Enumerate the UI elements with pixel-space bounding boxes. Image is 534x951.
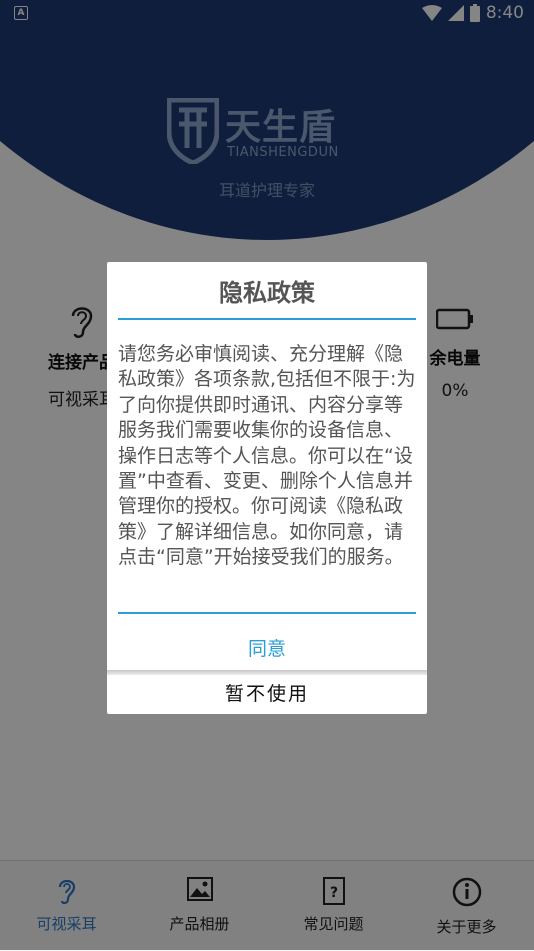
divider-bottom xyxy=(118,612,416,614)
divider-top xyxy=(118,318,416,320)
agree-button[interactable]: 同意 xyxy=(107,628,427,670)
dialog-title: 隐私政策 xyxy=(219,279,315,307)
decline-button[interactable]: 暂不使用 xyxy=(107,675,427,714)
privacy-policy-dialog: 隐私政策 请您务必审慎阅读、充分理解《隐私政策》各项条款,包括但不限于:为了向你… xyxy=(107,262,427,714)
dialog-body-text: 请您务必审慎阅读、充分理解《隐私政策》各项条款,包括但不限于:为了向你提供即时通… xyxy=(118,343,416,569)
